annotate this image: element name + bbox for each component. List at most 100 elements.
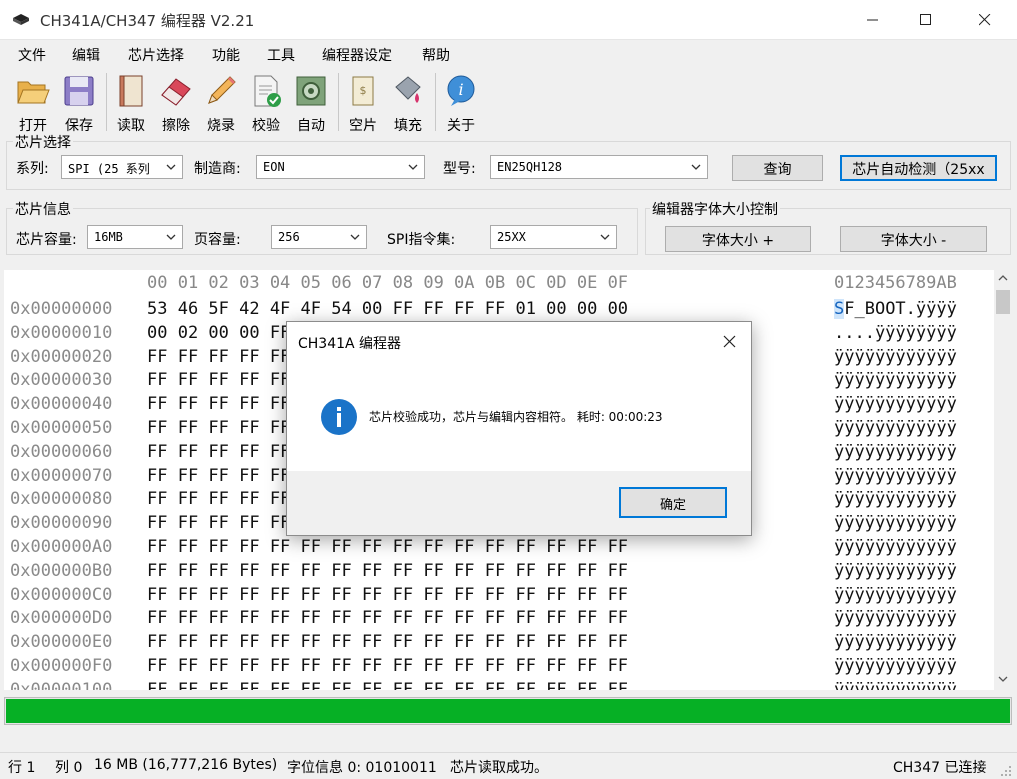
hex-ascii[interactable]: ÿÿÿÿÿÿÿÿÿÿÿÿ <box>834 680 992 690</box>
hex-bytes[interactable]: FF FF FF FF FF FF FF FF FF FF FF FF FF F… <box>147 656 628 676</box>
menu-file[interactable]: 文件 <box>18 45 46 65</box>
menu-tools[interactable]: 工具 <box>267 45 295 65</box>
hex-row[interactable]: 0x000000F0 FF FF FF FF FF FF FF FF FF FF … <box>4 656 994 680</box>
hex-ascii[interactable]: ÿÿÿÿÿÿÿÿÿÿÿÿ <box>834 347 992 367</box>
hex-ascii[interactable]: ÿÿÿÿÿÿÿÿÿÿÿÿ <box>834 561 992 581</box>
ok-button[interactable]: 确定 <box>619 487 727 518</box>
maximize-button[interactable] <box>903 0 949 40</box>
font-bigger-button[interactable]: 字体大小 + <box>665 226 811 252</box>
hex-ascii[interactable]: ÿÿÿÿÿÿÿÿÿÿÿÿ <box>834 537 992 557</box>
hex-ascii[interactable]: ÿÿÿÿÿÿÿÿÿÿÿÿ <box>834 370 992 390</box>
hex-bytes[interactable]: FF FF FF FF FF FF FF FF FF FF FF FF FF F… <box>147 680 628 690</box>
page-size-value: 256 <box>278 230 300 244</box>
hex-ascii[interactable]: ÿÿÿÿÿÿÿÿÿÿÿÿ <box>834 394 992 414</box>
menu-chip-select[interactable]: 芯片选择 <box>128 45 184 65</box>
font-smaller-button[interactable]: 字体大小 - <box>840 226 987 252</box>
eraser-icon <box>161 78 191 106</box>
dialog-title: CH341A 编程器 <box>298 336 402 352</box>
verify-button[interactable]: 校验 <box>245 73 287 134</box>
read-button[interactable]: 读取 <box>110 73 152 134</box>
hex-address: 0x000000A0 <box>10 537 113 557</box>
auto-detect-button[interactable]: 芯片自动检测（25xx <box>840 155 997 181</box>
dialog-footer: 确定 <box>287 471 751 535</box>
auto-button[interactable]: 自动 <box>290 73 332 134</box>
chevron-down-icon <box>600 234 610 240</box>
spi-instruction-label: SPI指令集: <box>387 232 456 248</box>
hex-row[interactable]: 0x000000D0 FF FF FF FF FF FF FF FF FF FF … <box>4 608 994 632</box>
hex-bytes[interactable]: FF FF FF FF FF FF FF FF FF FF FF FF FF F… <box>147 632 628 652</box>
about-button[interactable]: i 关于 <box>440 73 482 134</box>
hex-ascii[interactable]: ÿÿÿÿÿÿÿÿÿÿÿÿ <box>834 489 992 509</box>
dialog-message: 芯片校验成功，芯片与编辑内容相符。 耗时: 00:00:23 <box>369 410 663 424</box>
close-icon <box>979 14 991 26</box>
hex-bytes[interactable]: FF FF FF FF FF FF FF FF FF FF FF FF FF F… <box>147 608 628 628</box>
ascii-text: ÿÿÿÿÿÿÿÿÿÿÿÿ <box>834 346 957 367</box>
hex-bytes[interactable]: FF FF FF FF FF FF FF FF FF FF FF FF FF F… <box>147 585 628 605</box>
menu-help[interactable]: 帮助 <box>422 45 450 65</box>
hex-row[interactable]: 0x00000000 53 46 5F 42 4F 4F 54 00 FF FF … <box>4 299 994 323</box>
hex-address: 0x00000040 <box>10 394 113 415</box>
hex-row[interactable]: 0x000000E0 FF FF FF FF FF FF FF FF FF FF … <box>4 632 994 656</box>
scroll-thumb[interactable] <box>996 290 1010 314</box>
chevron-down-icon <box>691 164 701 170</box>
close-window-button[interactable] <box>962 0 1008 40</box>
pencil-icon <box>208 76 236 104</box>
chip-app-icon <box>13 14 29 25</box>
save-button[interactable]: 保存 <box>58 73 100 134</box>
chevron-down-icon <box>166 164 176 170</box>
hex-ascii[interactable]: ÿÿÿÿÿÿÿÿÿÿÿÿ <box>834 608 992 628</box>
blank-chip-icon: $ <box>352 76 374 106</box>
erase-button[interactable]: 擦除 <box>155 73 197 134</box>
program-label: 烧录 <box>207 118 235 134</box>
hex-ascii[interactable]: ÿÿÿÿÿÿÿÿÿÿÿÿ <box>834 442 992 462</box>
fill-button[interactable]: 填充 <box>387 73 429 134</box>
program-button[interactable]: 烧录 <box>200 73 242 134</box>
ascii-text: ....ÿÿÿÿÿÿÿÿ <box>834 322 957 343</box>
hex-bytes[interactable]: 53 46 5F 42 4F 4F 54 00 FF FF FF FF 01 0… <box>147 299 628 319</box>
menu-function[interactable]: 功能 <box>212 45 240 65</box>
hex-ascii[interactable]: ÿÿÿÿÿÿÿÿÿÿÿÿ <box>834 656 992 676</box>
hex-row[interactable]: 0x00000100 FF FF FF FF FF FF FF FF FF FF … <box>4 680 994 690</box>
minimize-button[interactable] <box>850 0 896 40</box>
hex-ascii[interactable]: ....ÿÿÿÿÿÿÿÿ <box>834 323 992 343</box>
blank-check-button[interactable]: $ 空片 <box>342 73 384 134</box>
close-icon[interactable] <box>723 335 736 348</box>
model-label: 型号: <box>443 161 476 177</box>
menu-programmer-settings[interactable]: 编程器设定 <box>322 45 392 65</box>
hex-ascii[interactable]: ÿÿÿÿÿÿÿÿÿÿÿÿ <box>834 513 992 533</box>
open-button[interactable]: 打开 <box>12 73 54 134</box>
hex-vertical-scrollbar[interactable] <box>994 270 1012 690</box>
hex-ascii[interactable]: ÿÿÿÿÿÿÿÿÿÿÿÿ <box>834 466 992 486</box>
capacity-combo[interactable]: 16MB <box>87 225 183 249</box>
font-size-group-label: 编辑器字体大小控制 <box>650 199 780 219</box>
query-button[interactable]: 查询 <box>732 155 823 181</box>
hex-row[interactable]: 0x000000C0 FF FF FF FF FF FF FF FF FF FF … <box>4 585 994 609</box>
gear-icon <box>296 76 326 106</box>
info-icon <box>321 399 357 435</box>
toolbar-separator <box>338 73 339 131</box>
hex-address: 0x00000070 <box>10 465 113 486</box>
model-combo[interactable]: EN25QH128 <box>490 155 708 179</box>
page-size-combo[interactable]: 256 <box>271 225 367 249</box>
hex-ascii[interactable]: SF_BOOT.ÿÿÿÿ <box>834 299 992 319</box>
scroll-up-icon[interactable] <box>998 274 1008 282</box>
hex-row[interactable]: 0x000000A0 FF FF FF FF FF FF FF FF FF FF … <box>4 537 994 561</box>
series-label: 系列: <box>16 161 49 177</box>
hex-bytes[interactable]: FF FF FF FF FF FF FF FF FF FF FF FF FF F… <box>147 561 628 581</box>
chevron-down-icon <box>408 164 418 170</box>
verify-result-dialog: CH341A 编程器 芯片校验成功，芯片与编辑内容相符。 耗时: 00:00:2… <box>286 321 752 536</box>
ascii-text: ÿÿÿÿÿÿÿÿÿÿÿÿ <box>834 608 957 629</box>
series-combo[interactable]: SPI (25 系列 <box>61 155 183 179</box>
menu-edit[interactable]: 编辑 <box>72 45 100 65</box>
maker-combo[interactable]: EON <box>256 155 425 179</box>
hex-row[interactable]: 0x000000B0 FF FF FF FF FF FF FF FF FF FF … <box>4 561 994 585</box>
hex-ascii[interactable]: ÿÿÿÿÿÿÿÿÿÿÿÿ <box>834 585 992 605</box>
hex-bytes[interactable]: FF FF FF FF FF FF FF FF FF FF FF FF FF F… <box>147 537 628 557</box>
spi-instruction-combo[interactable]: 25XX <box>490 225 617 249</box>
hex-ascii[interactable]: ÿÿÿÿÿÿÿÿÿÿÿÿ <box>834 418 992 438</box>
hex-ascii[interactable]: ÿÿÿÿÿÿÿÿÿÿÿÿ <box>834 632 992 652</box>
hex-address: 0x00000050 <box>10 418 113 438</box>
resize-grip-icon[interactable] <box>1000 765 1012 777</box>
hex-address: 0x00000090 <box>10 513 113 534</box>
scroll-down-icon[interactable] <box>998 675 1008 683</box>
